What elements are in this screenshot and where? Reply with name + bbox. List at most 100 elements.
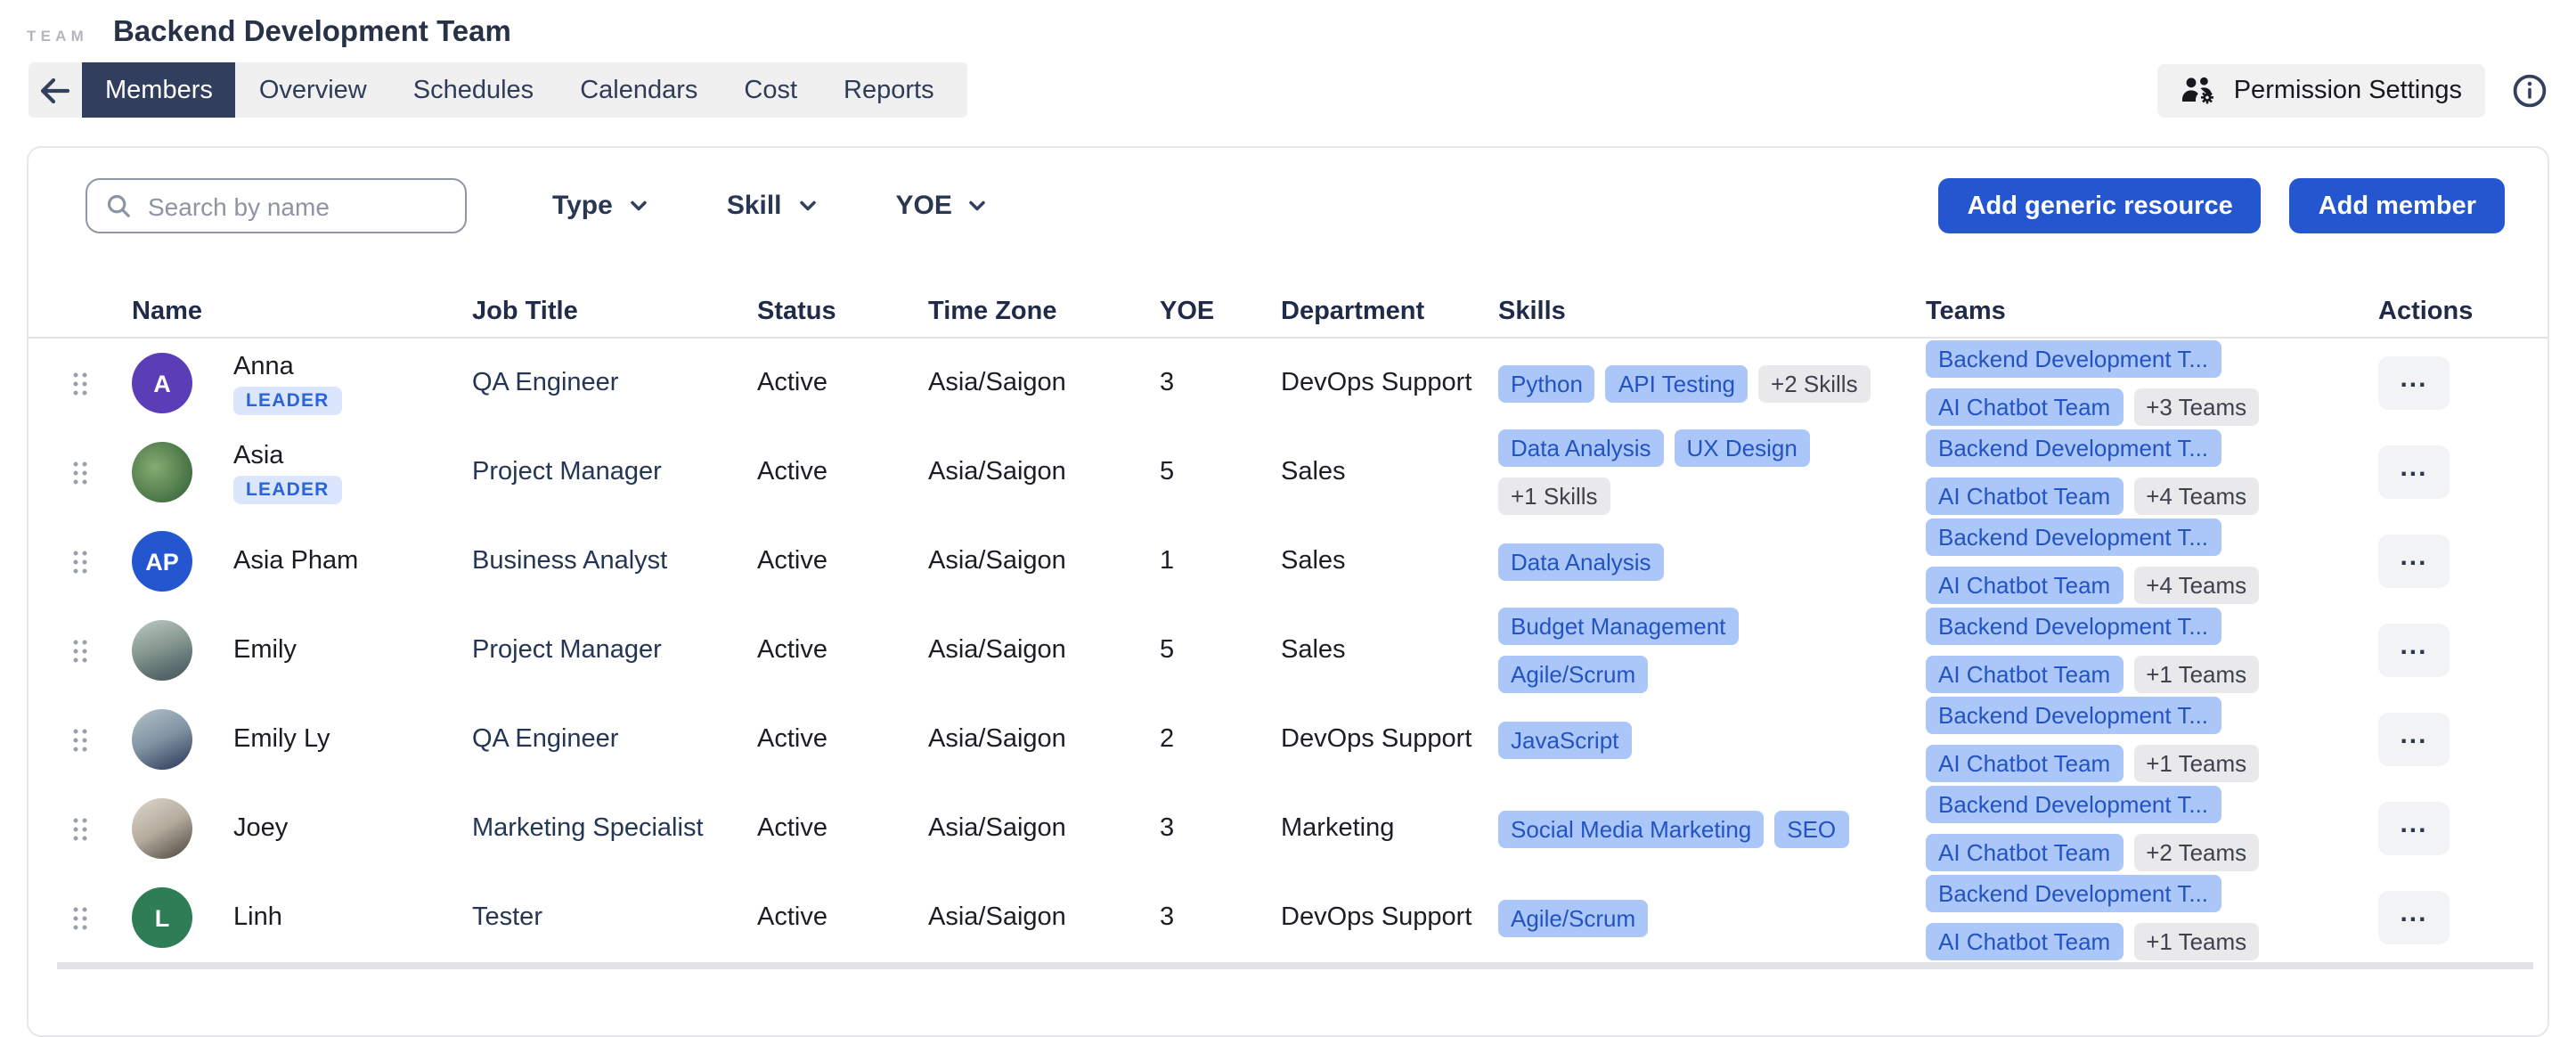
tab[interactable]: Overview	[236, 62, 390, 118]
users-gear-icon	[2181, 75, 2218, 105]
status: Active	[757, 458, 928, 486]
chevron-down-icon	[968, 200, 988, 212]
team-pill: AI Chatbot Team	[1926, 923, 2123, 960]
permission-settings-button[interactable]: Permission Settings	[2157, 63, 2485, 117]
tag-line: Backend Development T...	[1926, 518, 2360, 556]
overflow-pill[interactable]: +1 Teams	[2133, 923, 2259, 960]
drag-handle-icon[interactable]	[71, 548, 132, 575]
page: TEAM Backend Development Team MembersOve…	[0, 0, 2576, 1023]
name-cell: Asia Pham	[214, 547, 472, 576]
actions-cell: ...	[2378, 356, 2505, 410]
skills-cell: JavaScript	[1498, 721, 1926, 758]
overflow-pill[interactable]: +2 Teams	[2133, 834, 2259, 871]
column-header: Job Title	[472, 298, 757, 326]
department: Sales	[1281, 458, 1498, 486]
permission-settings-label: Permission Settings	[2234, 76, 2462, 104]
search-box[interactable]	[86, 178, 467, 233]
job-title: QA Engineer	[472, 369, 757, 397]
yoe: 5	[1160, 636, 1281, 665]
tab-list: MembersOverviewSchedulesCalendarsCostRep…	[82, 62, 958, 118]
department: DevOps Support	[1281, 725, 1498, 754]
avatar	[132, 620, 192, 681]
time-zone: Asia/Saigon	[928, 814, 1160, 843]
row-actions-button[interactable]: ...	[2378, 624, 2450, 677]
add-generic-resource-button[interactable]: Add generic resource	[1939, 178, 2262, 233]
tab[interactable]: Reports	[820, 62, 958, 118]
drag-handle-icon[interactable]	[71, 815, 132, 842]
name-cell: Joey	[214, 814, 472, 843]
overflow-pill[interactable]: +1 Teams	[2133, 745, 2259, 782]
filter-dropdown[interactable]: YOE	[896, 191, 988, 221]
tag-line: Agile/Scrum	[1498, 656, 1908, 693]
back-button[interactable]	[29, 62, 82, 118]
skill-pill: SEO	[1774, 810, 1848, 847]
search-input[interactable]	[144, 190, 447, 222]
skill-pill: Data Analysis	[1498, 429, 1664, 467]
tag-line: AI Chatbot Team+3 Teams	[1926, 388, 2360, 426]
drag-handle-icon[interactable]	[71, 459, 132, 486]
tag-line: Backend Development T...	[1926, 697, 2360, 734]
overflow-pill[interactable]: +4 Teams	[2133, 567, 2259, 604]
time-zone: Asia/Saigon	[928, 903, 1160, 932]
team-pill: Backend Development T...	[1926, 697, 2221, 734]
tag-line: AI Chatbot Team+4 Teams	[1926, 567, 2360, 604]
tab[interactable]: Members	[82, 62, 236, 118]
row-actions-button[interactable]: ...	[2378, 802, 2450, 855]
table-body: A Anna LEADER QA Engineer Active Asia/Sa…	[29, 339, 2547, 962]
drag-handle-icon[interactable]	[71, 904, 132, 931]
overflow-pill[interactable]: +3 Teams	[2133, 388, 2259, 426]
yoe: 1	[1160, 547, 1281, 576]
row-actions-button[interactable]: ...	[2378, 356, 2450, 410]
time-zone: Asia/Saigon	[928, 369, 1160, 397]
tag-line: +1 Skills	[1498, 478, 1908, 515]
column-header: Status	[757, 298, 928, 326]
department: DevOps Support	[1281, 903, 1498, 932]
tag-line: Budget Management	[1498, 608, 1908, 645]
overflow-pill[interactable]: +1 Skills	[1498, 478, 1610, 515]
tab[interactable]: Cost	[721, 62, 820, 118]
tag-line: Backend Development T...	[1926, 786, 2360, 823]
tab[interactable]: Schedules	[390, 62, 557, 118]
tag-line: Data Analysis	[1498, 543, 1908, 580]
name-cell: Linh	[214, 903, 472, 932]
team-pill: AI Chatbot Team	[1926, 478, 2123, 515]
filter-dropdown[interactable]: Type	[552, 191, 648, 221]
skill-pill: Agile/Scrum	[1498, 899, 1648, 936]
tag-line: JavaScript	[1498, 721, 1908, 758]
skill-pill: Social Media Marketing	[1498, 810, 1764, 847]
tab[interactable]: Calendars	[557, 62, 721, 118]
filter-dropdown[interactable]: Skill	[727, 191, 818, 221]
actions-cell: ...	[2378, 535, 2505, 588]
member-name: Asia Pham	[233, 547, 358, 576]
overflow-pill[interactable]: +4 Teams	[2133, 478, 2259, 515]
drag-handle-icon[interactable]	[71, 637, 132, 664]
table-row: Emily Project Manager Active Asia/Saigon…	[29, 606, 2547, 695]
overflow-pill[interactable]: +2 Skills	[1758, 364, 1871, 402]
drag-handle-icon[interactable]	[71, 726, 132, 753]
teams-cell: Backend Development T...AI Chatbot Team+…	[1926, 875, 2378, 960]
actions-cell: ...	[2378, 891, 2505, 944]
row-actions-button[interactable]: ...	[2378, 535, 2450, 588]
row-actions-button[interactable]: ...	[2378, 713, 2450, 766]
team-pill: AI Chatbot Team	[1926, 834, 2123, 871]
horizontal-scrollbar[interactable]	[57, 962, 2533, 969]
overflow-pill[interactable]: +1 Teams	[2133, 656, 2259, 693]
teams-cell: Backend Development T...AI Chatbot Team+…	[1926, 429, 2378, 515]
row-actions-button[interactable]: ...	[2378, 445, 2450, 499]
skills-cell: Budget Management Agile/Scrum	[1498, 608, 1926, 693]
leader-badge: LEADER	[233, 475, 342, 503]
member-name: Asia	[233, 441, 283, 470]
drag-handle-icon[interactable]	[71, 370, 132, 396]
member-name: Emily	[233, 636, 297, 665]
table-row: Emily Ly QA Engineer Active Asia/Saigon …	[29, 695, 2547, 784]
info-button[interactable]	[2512, 72, 2547, 108]
name-cell: Emily	[214, 636, 472, 665]
add-member-button[interactable]: Add member	[2290, 178, 2505, 233]
tag-line: Backend Development T...	[1926, 608, 2360, 645]
row-actions-button[interactable]: ...	[2378, 891, 2450, 944]
teams-cell: Backend Development T... AI Chatbot Team +…	[1926, 786, 2378, 871]
column-header: Name	[132, 298, 472, 326]
tag-line: AI Chatbot Team +4 Teams	[1926, 478, 2360, 515]
tag-line: Data AnalysisUX Design	[1498, 429, 1908, 467]
column-header: Skills	[1498, 298, 1926, 326]
